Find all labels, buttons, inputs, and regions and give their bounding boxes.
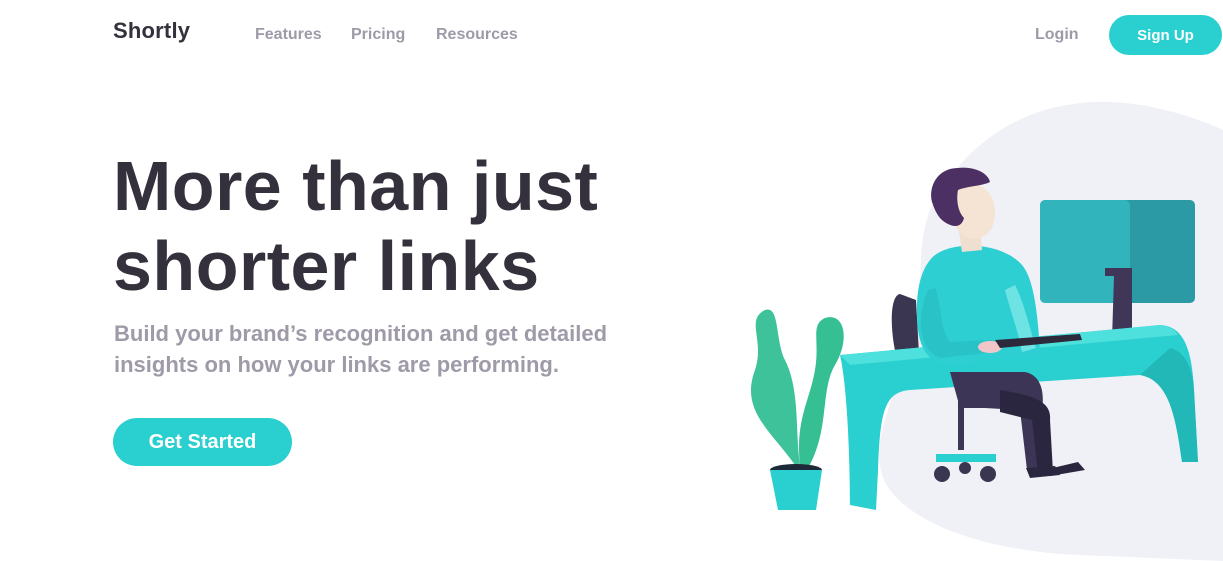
get-started-button[interactable]: Get Started: [113, 418, 292, 466]
nav-link-features[interactable]: Features: [255, 26, 322, 44]
nav-link-resources[interactable]: Resources: [436, 26, 518, 44]
landing-page: Shortly Features Pricing Resources Login…: [0, 0, 1223, 561]
hero-subtitle-line-1: Build your brand’s recognition and get d…: [114, 321, 608, 346]
hero-subtitle-line-2: insights on how your links are performin…: [114, 352, 559, 377]
hero-title-line-1: More than just: [113, 147, 599, 225]
signup-button[interactable]: Sign Up: [1109, 15, 1222, 55]
hero-title-line-2: shorter links: [113, 227, 540, 305]
nav-link-pricing[interactable]: Pricing: [351, 26, 405, 44]
login-link[interactable]: Login: [1035, 26, 1079, 44]
working-person-illustration: [750, 101, 1223, 561]
hero-subtitle: Build your brand’s recognition and get d…: [114, 318, 674, 380]
hero-title: More than just shorter links: [113, 146, 733, 306]
plant-icon: [750, 309, 844, 510]
logo[interactable]: Shortly: [113, 18, 190, 44]
